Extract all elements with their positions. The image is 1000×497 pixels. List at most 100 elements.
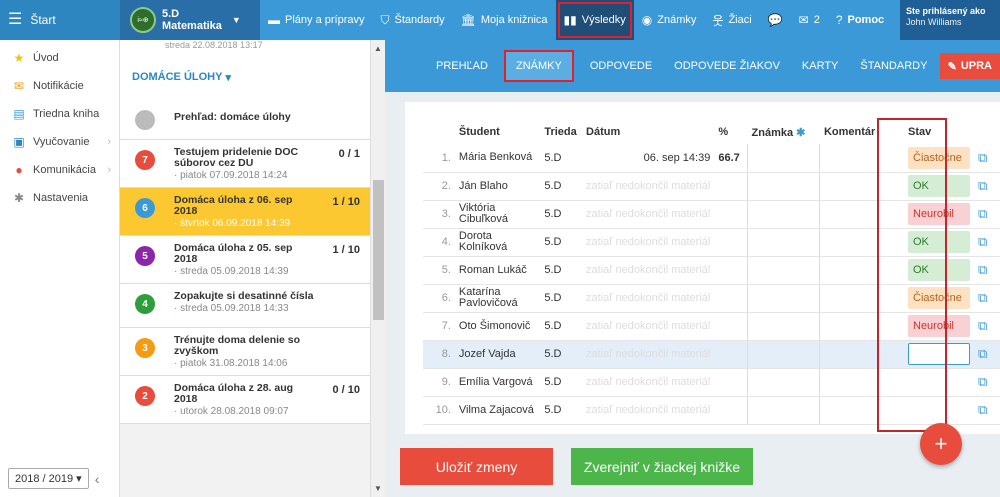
task-item[interactable]: 7 Testujem pridelenie DOC súborov cez DU 0… — [120, 140, 384, 188]
sidebar-item-communication[interactable]: ● Komunikácia › — [0, 156, 119, 184]
sidebar-item-label: Notifikácie — [33, 80, 84, 92]
edit-label: UPRA — [960, 60, 992, 72]
collapse-icon[interactable]: ‹ — [95, 471, 100, 487]
nav-results[interactable]: ▮▮ Výsledky — [555, 0, 634, 40]
nav-library[interactable]: 🏛 Moja knižnica — [453, 0, 556, 40]
nav-plans[interactable]: ▬ Plány a prípravy — [260, 0, 372, 40]
nav-grades[interactable]: ◉ Známky — [634, 0, 705, 40]
publish-button[interactable]: Zverejniť v žiackej knižke — [571, 448, 753, 485]
nav-help-label: Pomoc — [847, 14, 885, 26]
col-index — [423, 120, 455, 144]
tab-cards[interactable]: KARTY — [791, 51, 849, 81]
student-name: Dorota Kolníková — [454, 228, 541, 257]
grade-cell[interactable] — [747, 396, 820, 425]
folder-icon: ▬ — [268, 13, 280, 27]
student-class: 5.D — [540, 256, 583, 285]
student-name: Jozef Vajda — [454, 340, 541, 369]
open-external-icon[interactable]: ⧉ — [974, 144, 1000, 173]
student-name: Roman Lukáč — [454, 256, 541, 285]
homework-section-header[interactable]: DOMÁCE ÚLOHY ▾ — [120, 54, 384, 100]
tab-overview[interactable]: PREHĽAD — [425, 51, 499, 81]
task-item[interactable]: 4 Zopakujte si desatinné čísla · streda 05… — [120, 284, 384, 328]
task-fragment: streda 22.08.2018 13:17 — [120, 40, 384, 54]
user-caption: Ste prihlásený ako — [906, 6, 986, 16]
task-number-badge: 4 — [135, 294, 155, 314]
open-external-icon[interactable]: ⧉ — [974, 172, 1000, 201]
task-list-scrollbar[interactable]: ▲ ▼ — [370, 40, 385, 497]
scroll-thumb[interactable] — [373, 180, 384, 320]
open-external-icon[interactable]: ⧉ — [974, 340, 1000, 369]
shield-icon: ⛉ — [380, 12, 390, 27]
col-date[interactable]: Dátum — [582, 120, 714, 144]
grade-cell[interactable] — [747, 340, 820, 369]
tab-standards[interactable]: ŠTANDARDY — [849, 51, 938, 81]
nav-messages[interactable]: ✉ 2 — [791, 0, 828, 40]
start-menu-button[interactable]: ☰ Štart — [0, 0, 120, 40]
submission-date: zatiaľ nedokončil materiál — [582, 396, 715, 425]
grade-cell[interactable] — [747, 284, 820, 313]
school-year-value: 2018 / 2019 — [15, 473, 74, 485]
open-external-icon[interactable]: ⧉ — [974, 256, 1000, 285]
nav-plans-label: Plány a prípravy — [285, 14, 365, 26]
sidebar-item-notifications[interactable]: ✉ Notifikácie — [0, 72, 119, 100]
top-bar: ☰ Štart i≈⊕ 5.D Matematika ▼ ▬ Plány a pr… — [0, 0, 1000, 40]
student-class: 5.D — [540, 368, 583, 397]
scroll-up-icon[interactable]: ▲ — [374, 44, 382, 53]
tab-grades[interactable]: ZNÁMKY — [503, 50, 574, 82]
class-name: 5.D — [162, 8, 180, 20]
task-title: Testujem pridelenie DOC súborov cez DU — [174, 146, 299, 169]
col-percent[interactable]: % — [714, 120, 747, 144]
save-button[interactable]: Uložiť zmeny — [400, 448, 553, 485]
task-item[interactable]: 2 Domáca úloha z 28. aug 2018 0 / 10 · utor… — [120, 376, 384, 424]
student-class: 5.D — [540, 200, 583, 229]
class-selector[interactable]: i≈⊕ 5.D Matematika ▼ — [120, 0, 260, 40]
tab-answers[interactable]: ODPOVEDE — [579, 51, 663, 81]
task-number-badge: 7 — [135, 150, 155, 170]
open-external-icon[interactable]: ⧉ — [974, 368, 1000, 397]
nav-help[interactable]: ? Pomoc — [828, 0, 892, 40]
nav-chat[interactable]: 💬 — [760, 0, 791, 40]
scroll-down-icon[interactable]: ▼ — [374, 484, 382, 493]
grade-cell[interactable] — [747, 312, 820, 341]
open-external-icon[interactable]: ⧉ — [974, 200, 1000, 229]
open-external-icon[interactable]: ⧉ — [974, 396, 1000, 425]
grades-card: Študent Trieda Dátum % Známka ✱ Komentár… — [405, 102, 1000, 434]
task-title: Trénujte doma delenie so zvyškom — [174, 334, 301, 357]
gear-icon[interactable]: ✱ — [796, 127, 805, 139]
task-number-badge — [135, 110, 155, 130]
edit-button[interactable]: ✎ UPRA — [939, 53, 1000, 79]
grade-cell[interactable] — [747, 368, 820, 397]
task-title: Domáca úloha z 06. sep 2018 — [174, 194, 293, 217]
chat-icon: ● — [15, 163, 23, 177]
grade-cell[interactable] — [747, 200, 820, 229]
school-year-select[interactable]: 2018 / 2019 ▾ — [8, 468, 89, 489]
col-class[interactable]: Trieda — [540, 120, 582, 144]
sidebar-item-intro[interactable]: ★ Úvod — [0, 44, 119, 72]
nav-standards[interactable]: ⛉ Štandardy — [372, 0, 452, 40]
open-external-icon[interactable]: ⧉ — [974, 312, 1000, 341]
grade-cell[interactable] — [747, 172, 820, 201]
sidebar-item-classbook[interactable]: ▤ Triedna kniha — [0, 100, 119, 128]
caret-down-icon: ▼ — [231, 15, 241, 25]
col-grade[interactable]: Známka ✱ — [748, 120, 820, 144]
subject-name: Matematika — [162, 20, 222, 32]
task-date: · piatok 31.08.2018 14:06 — [174, 358, 288, 369]
grade-cell[interactable] — [747, 256, 820, 285]
task-item[interactable]: 6 Domáca úloha z 06. sep 2018 1 / 10 · štvr… — [120, 188, 384, 236]
sidebar-item-settings[interactable]: ✱ Nastavenia — [0, 184, 119, 212]
chat-icon: 💬 — [767, 13, 783, 27]
grade-cell[interactable] — [747, 228, 820, 257]
open-external-icon[interactable]: ⧉ — [974, 284, 1000, 313]
task-item[interactable]: Prehľad: domáce úlohy — [120, 100, 384, 140]
nav-students[interactable]: 웃 Žiaci — [704, 0, 759, 40]
submission-date: zatiaľ nedokončil materiál — [582, 256, 715, 285]
grade-cell[interactable] — [747, 144, 820, 173]
col-student[interactable]: Študent — [455, 120, 540, 144]
add-fab-button[interactable]: + — [920, 423, 962, 465]
task-item[interactable]: 5 Domáca úloha z 05. sep 2018 1 / 10 · stre… — [120, 236, 384, 284]
tab-student-answers[interactable]: ODPOVEDE ŽIAKOV — [663, 51, 791, 81]
open-external-icon[interactable]: ⧉ — [974, 228, 1000, 257]
task-item[interactable]: 3 Trénujte doma delenie so zvyškom · piato… — [120, 328, 384, 376]
user-info[interactable]: Ste prihlásený ako John Williams — [900, 0, 1000, 40]
sidebar-item-teaching[interactable]: ▣ Vyučovanie › — [0, 128, 119, 156]
